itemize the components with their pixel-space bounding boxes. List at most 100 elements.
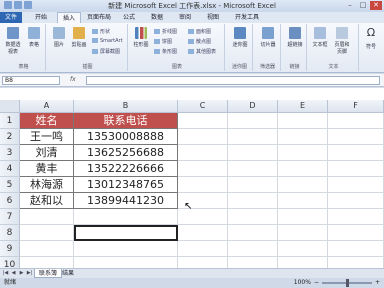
hyperlink-button[interactable]: 超链接 — [286, 27, 304, 48]
cell-e3[interactable] — [278, 145, 328, 161]
cell-b9[interactable] — [74, 241, 178, 257]
cell-d2[interactable] — [228, 129, 278, 145]
last-sheet-icon[interactable]: ▶| — [26, 270, 33, 277]
tab-review[interactable]: 审阅 — [174, 12, 196, 23]
column-header-a[interactable]: A — [20, 100, 74, 113]
next-sheet-icon[interactable]: ▶ — [18, 270, 25, 277]
row-header-10[interactable]: 10 — [0, 257, 20, 268]
cell-b7[interactable] — [74, 209, 178, 225]
cell-f3[interactable] — [328, 145, 384, 161]
row-header-5[interactable]: 5 — [0, 177, 20, 193]
tab-page-layout[interactable]: 页面布局 — [82, 12, 116, 23]
cell-f7[interactable] — [328, 209, 384, 225]
cell-e7[interactable] — [278, 209, 328, 225]
column-chart-button[interactable]: 柱形图 — [132, 27, 150, 48]
cell-c9[interactable] — [178, 241, 228, 257]
cell-a4[interactable]: 黄丰 — [20, 161, 74, 177]
cell-a5[interactable]: 林海源 — [20, 177, 74, 193]
column-header-b[interactable]: B — [74, 100, 178, 113]
shapes-button[interactable]: 形状 — [92, 28, 110, 35]
symbol-button[interactable]: Ω 符号 — [362, 27, 380, 51]
cell-b4[interactable]: 13522226666 — [74, 161, 178, 177]
cell-b10[interactable] — [74, 257, 178, 268]
cell-f10[interactable] — [328, 257, 384, 268]
cell-a8[interactable] — [20, 225, 74, 241]
row-header-6[interactable]: 6 — [0, 193, 20, 209]
slicer-button[interactable]: 切片器 — [259, 27, 277, 48]
cell-d5[interactable] — [228, 177, 278, 193]
cell-f5[interactable] — [328, 177, 384, 193]
cell-e8[interactable] — [278, 225, 328, 241]
scatter-chart-button[interactable]: 散点图 — [188, 38, 211, 45]
bar-chart-button[interactable]: 条形图 — [154, 48, 177, 55]
textbox-button[interactable]: 文本框 — [311, 27, 329, 48]
line-chart-button[interactable]: 折线图 — [154, 28, 177, 35]
clipart-button[interactable]: 剪贴画 — [70, 27, 88, 48]
zoom-slider[interactable] — [321, 279, 372, 287]
column-header-c[interactable]: C — [178, 100, 228, 113]
area-chart-button[interactable]: 面积图 — [188, 28, 211, 35]
cell-d4[interactable] — [228, 161, 278, 177]
cell-c10[interactable] — [178, 257, 228, 268]
cell-e5[interactable] — [278, 177, 328, 193]
zoom-slider-knob[interactable] — [345, 279, 349, 287]
cell-c3[interactable] — [178, 145, 228, 161]
cell-b8[interactable] — [74, 225, 178, 241]
cell-a9[interactable] — [20, 241, 74, 257]
cell-e2[interactable] — [278, 129, 328, 145]
sheet-tab-results[interactable]: 结果 — [58, 269, 78, 278]
cell-d9[interactable] — [228, 241, 278, 257]
cell-f9[interactable] — [328, 241, 384, 257]
tab-formulas[interactable]: 公式 — [118, 12, 140, 23]
first-sheet-icon[interactable]: |◀ — [2, 270, 9, 277]
cell-e1[interactable] — [278, 113, 328, 129]
cell-e10[interactable] — [278, 257, 328, 268]
row-header-3[interactable]: 3 — [0, 145, 20, 161]
smartart-button[interactable]: SmartArt — [92, 38, 123, 44]
cell-a6[interactable]: 赵和以 — [20, 193, 74, 209]
cell-c8[interactable] — [178, 225, 228, 241]
cell-c2[interactable] — [178, 129, 228, 145]
cell-f2[interactable] — [328, 129, 384, 145]
cell-a7[interactable] — [20, 209, 74, 225]
zoom-in-icon[interactable]: + — [375, 278, 380, 288]
tab-view[interactable]: 视图 — [202, 12, 224, 23]
cell-d10[interactable] — [228, 257, 278, 268]
pie-chart-button[interactable]: 饼图 — [154, 38, 172, 45]
cell-f1[interactable] — [328, 113, 384, 129]
row-header-1[interactable]: 1 — [0, 113, 20, 129]
row-header-8[interactable]: 8 — [0, 225, 20, 241]
spreadsheet-grid[interactable]: A B C D E F 1 姓名 联系电话 2 王一鸣 13530008888 3 刘清 136252566… — [0, 88, 384, 268]
cell-b6[interactable]: 13899441230 — [74, 193, 178, 209]
zoom-out-icon[interactable]: − — [314, 278, 319, 288]
column-header-e[interactable]: E — [278, 100, 328, 113]
cell-b5[interactable]: 13012348765 — [74, 177, 178, 193]
row-header-2[interactable]: 2 — [0, 129, 20, 145]
formula-input[interactable] — [86, 76, 380, 85]
cell-e9[interactable] — [278, 241, 328, 257]
cell-e6[interactable] — [278, 193, 328, 209]
cell-a1[interactable]: 姓名 — [20, 113, 74, 129]
cell-d3[interactable] — [228, 145, 278, 161]
prev-sheet-icon[interactable]: ◀ — [10, 270, 17, 277]
cell-d6[interactable] — [228, 193, 278, 209]
tab-home[interactable]: 开始 — [30, 12, 52, 23]
cell-f8[interactable] — [328, 225, 384, 241]
tab-file[interactable]: 文件 — [0, 12, 23, 23]
cell-d1[interactable] — [228, 113, 278, 129]
minimize-button[interactable]: – — [344, 1, 356, 10]
other-charts-button[interactable]: 其他图表 — [188, 48, 216, 55]
column-header-d[interactable]: D — [228, 100, 278, 113]
close-button[interactable]: ✕ — [370, 1, 382, 10]
row-header-4[interactable]: 4 — [0, 161, 20, 177]
tab-insert[interactable]: 插入 — [57, 12, 82, 23]
table-button[interactable]: 表格 — [25, 27, 43, 48]
maximize-button[interactable]: □ — [357, 1, 369, 10]
pivot-table-button[interactable]: 数据透视表 — [4, 27, 22, 55]
cell-b3[interactable]: 13625256688 — [74, 145, 178, 161]
column-header-f[interactable]: F — [328, 100, 384, 113]
cell-f4[interactable] — [328, 161, 384, 177]
cell-b1[interactable]: 联系电话 — [74, 113, 178, 129]
cell-d7[interactable] — [228, 209, 278, 225]
row-header-9[interactable]: 9 — [0, 241, 20, 257]
